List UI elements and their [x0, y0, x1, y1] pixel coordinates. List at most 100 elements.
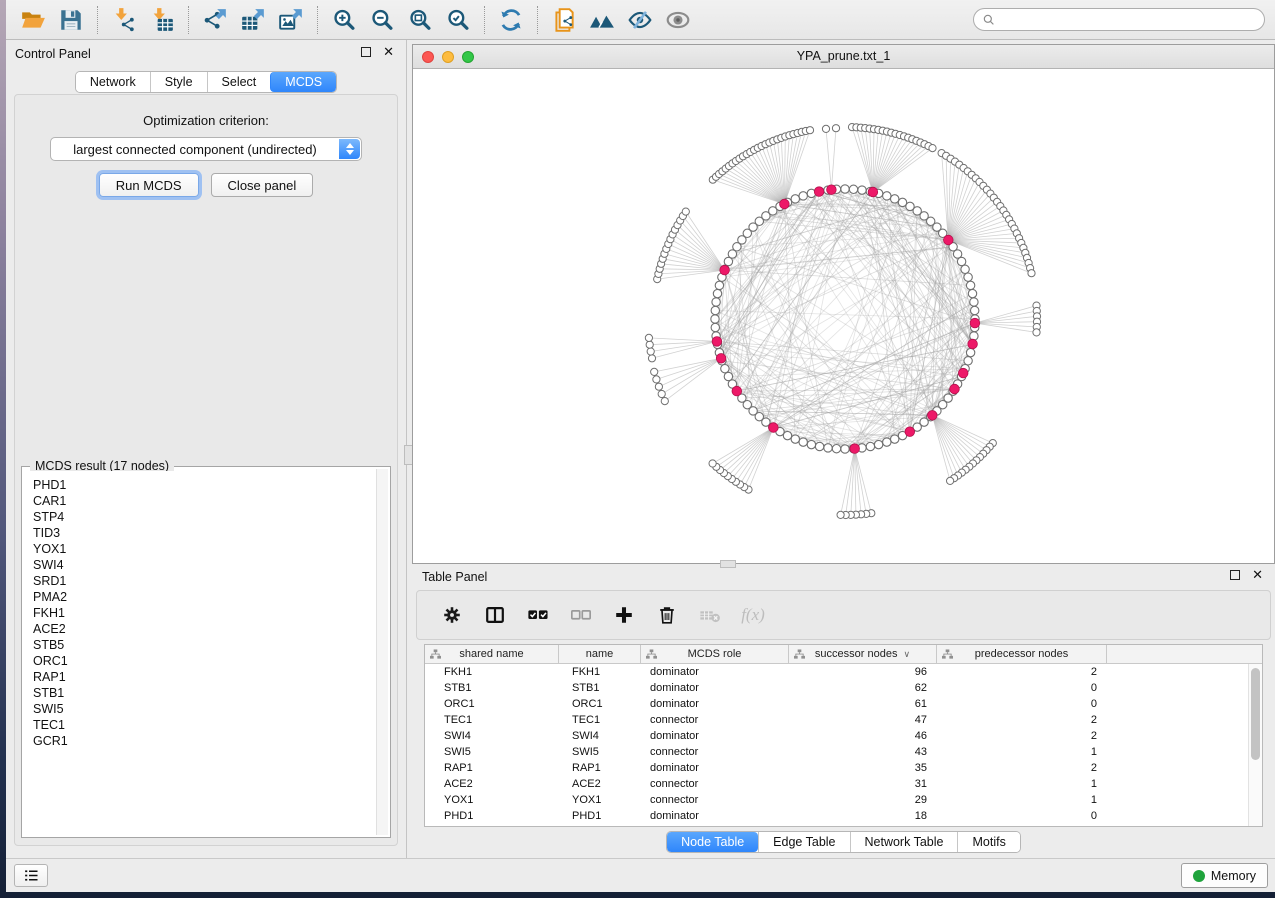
leaf-node[interactable] — [682, 208, 689, 215]
network-node[interactable] — [807, 440, 815, 448]
apply-layout-icon[interactable] — [492, 3, 530, 37]
network-node[interactable] — [713, 289, 721, 297]
network-node[interactable] — [832, 445, 840, 453]
table-tab-edge-table[interactable]: Edge Table — [758, 832, 849, 852]
mcds-hub-node[interactable] — [712, 337, 722, 347]
column-header-MCDS-role[interactable]: MCDS role — [641, 645, 789, 663]
close-panel-icon[interactable]: ✕ — [383, 47, 394, 57]
mcds-result-item[interactable]: STB1 — [33, 685, 376, 701]
table-row[interactable]: STB1STB1dominator620 — [425, 680, 1248, 696]
network-titlebar[interactable]: YPA_prune.txt_1 — [413, 45, 1274, 69]
leaf-node[interactable] — [822, 125, 829, 132]
network-node[interactable] — [970, 298, 978, 306]
leaf-node[interactable] — [1033, 329, 1040, 336]
network-node[interactable] — [791, 435, 799, 443]
delete-table-icon[interactable] — [697, 603, 723, 627]
network-node[interactable] — [970, 332, 978, 340]
mcds-hub-node[interactable] — [732, 386, 742, 396]
table-tab-node-table[interactable]: Node Table — [667, 832, 758, 852]
export-table-icon[interactable] — [234, 3, 272, 37]
network-node[interactable] — [824, 444, 832, 452]
horizontal-splitter-grip[interactable] — [720, 560, 736, 568]
leaf-node[interactable] — [832, 125, 839, 132]
table-tab-network-table[interactable]: Network Table — [850, 832, 958, 852]
gear-icon[interactable] — [439, 603, 465, 627]
network-node[interactable] — [711, 323, 719, 331]
table-row[interactable]: TEC1TEC1connector472 — [425, 712, 1248, 728]
network-node[interactable] — [964, 273, 972, 281]
network-node[interactable] — [711, 306, 719, 314]
mcds-hub-node[interactable] — [827, 185, 837, 195]
column-header-name[interactable]: name — [559, 645, 641, 663]
network-node[interactable] — [874, 440, 882, 448]
network-node[interactable] — [964, 357, 972, 365]
network-node[interactable] — [891, 435, 899, 443]
add-column-icon[interactable] — [611, 603, 637, 627]
mcds-result-item[interactable]: SWI5 — [33, 701, 376, 717]
minimize-window-icon[interactable] — [442, 51, 454, 63]
mcds-hub-node[interactable] — [905, 427, 915, 437]
leaf-node[interactable] — [929, 145, 936, 152]
deselect-all-icon[interactable] — [568, 603, 594, 627]
table-row[interactable]: FKH1FKH1dominator962 — [425, 664, 1248, 680]
result-list-scrollbar[interactable] — [376, 469, 388, 835]
panel-menu-button[interactable] — [14, 864, 48, 887]
table-row[interactable]: YOX1YOX1connector291 — [425, 792, 1248, 808]
select-all-icon[interactable] — [525, 603, 551, 627]
tab-style[interactable]: Style — [150, 72, 207, 92]
mcds-hub-node[interactable] — [868, 187, 878, 197]
export-network-icon[interactable] — [196, 3, 234, 37]
float-table-panel-icon[interactable] — [1230, 570, 1240, 580]
hide-graphics-details-icon[interactable] — [621, 3, 659, 37]
save-session-icon[interactable] — [52, 3, 90, 37]
network-node[interactable] — [841, 445, 849, 453]
network-node[interactable] — [721, 365, 729, 373]
mcds-result-item[interactable]: SRD1 — [33, 573, 376, 589]
mcds-result-list[interactable]: PHD1CAR1STP4TID3YOX1SWI4SRD1PMA2FKH1ACE2… — [24, 471, 376, 835]
network-node[interactable] — [971, 306, 979, 314]
network-node[interactable] — [711, 315, 719, 323]
network-node[interactable] — [891, 195, 899, 203]
mcds-hub-node[interactable] — [814, 187, 824, 197]
mcds-result-item[interactable]: PHD1 — [33, 477, 376, 493]
table-tab-motifs[interactable]: Motifs — [957, 832, 1019, 852]
maximize-window-icon[interactable] — [462, 51, 474, 63]
zoom-selected-icon[interactable] — [439, 3, 477, 37]
network-node[interactable] — [712, 298, 720, 306]
leaf-node[interactable] — [947, 477, 954, 484]
mcds-result-item[interactable]: SWI4 — [33, 557, 376, 573]
leaf-node[interactable] — [655, 383, 662, 390]
network-node[interactable] — [799, 438, 807, 446]
mcds-hub-node[interactable] — [968, 339, 978, 349]
function-builder-icon[interactable]: f(x) — [740, 603, 766, 627]
network-node[interactable] — [961, 265, 969, 273]
column-header-predecessor-nodes[interactable]: predecessor nodes — [937, 645, 1107, 663]
leaf-node[interactable] — [648, 355, 655, 362]
criterion-dropdown[interactable]: largest connected component (undirected) — [50, 137, 362, 161]
network-node[interactable] — [883, 192, 891, 200]
zoom-in-icon[interactable] — [325, 3, 363, 37]
mcds-result-item[interactable]: ACE2 — [33, 621, 376, 637]
mcds-result-item[interactable]: CAR1 — [33, 493, 376, 509]
mcds-hub-node[interactable] — [850, 444, 860, 454]
delete-column-icon[interactable] — [654, 603, 680, 627]
network-node[interactable] — [724, 372, 732, 380]
network-node[interactable] — [815, 442, 823, 450]
column-header-shared-name[interactable]: shared name — [425, 645, 559, 663]
zoom-fit-icon[interactable] — [401, 3, 439, 37]
mcds-result-item[interactable]: ORC1 — [33, 653, 376, 669]
network-node[interactable] — [715, 281, 723, 289]
new-network-from-selection-icon[interactable] — [545, 3, 583, 37]
leaf-node[interactable] — [651, 368, 658, 375]
tab-select[interactable]: Select — [207, 72, 271, 92]
memory-button[interactable]: Memory — [1181, 863, 1268, 888]
mcds-result-item[interactable]: STP4 — [33, 509, 376, 525]
search-box[interactable] — [973, 8, 1265, 31]
leaf-node[interactable] — [658, 390, 665, 397]
table-row[interactable]: ACE2ACE2connector311 — [425, 776, 1248, 792]
leaf-node[interactable] — [645, 334, 652, 341]
network-node[interactable] — [866, 442, 874, 450]
network-graph[interactable] — [413, 69, 1274, 563]
tab-network[interactable]: Network — [76, 72, 150, 92]
network-node[interactable] — [841, 185, 849, 193]
